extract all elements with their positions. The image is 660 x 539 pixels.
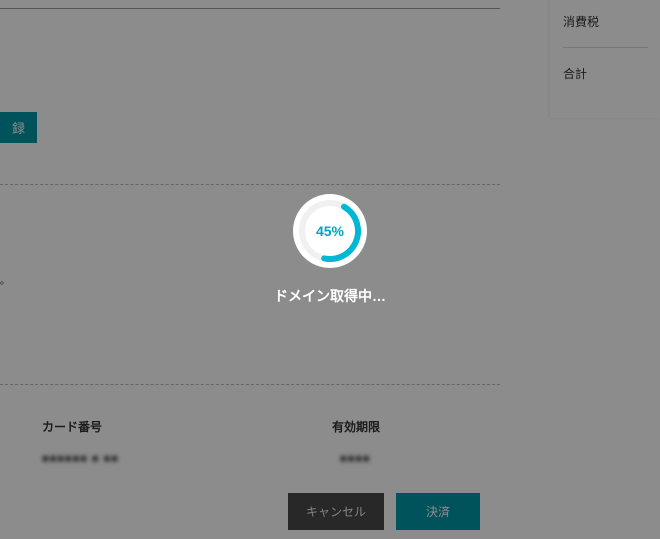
- progress-percent: 45%: [316, 223, 344, 239]
- loading-overlay: 45% ドメイン取得中…: [0, 0, 660, 539]
- progress-spinner: 45%: [293, 194, 367, 268]
- loading-message: ドメイン取得中…: [274, 286, 386, 306]
